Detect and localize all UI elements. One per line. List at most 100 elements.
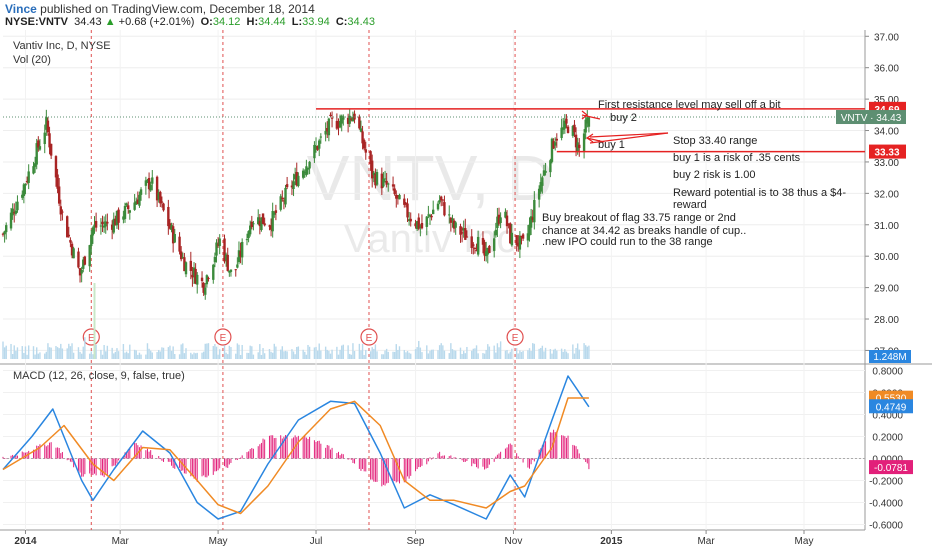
candle-body: [555, 138, 558, 141]
volume-bar: [448, 353, 450, 359]
annotation-text: .new IPO could run to the 38 range: [542, 236, 713, 248]
candle-body: [284, 187, 287, 205]
volume-bar: [528, 348, 531, 359]
volume-bar: [249, 345, 251, 359]
candle-body: [101, 221, 104, 225]
candle-body: [292, 181, 295, 189]
candle-body: [196, 274, 199, 285]
volume-bar: [158, 349, 160, 359]
volume-bar: [482, 353, 484, 359]
candle-body: [69, 239, 72, 243]
volume-bar: [341, 345, 343, 359]
candle-body: [90, 234, 93, 247]
volume-bar: [485, 349, 487, 359]
candle-body: [387, 183, 390, 185]
chart-canvas[interactable]: VNTV, DVantiv Inc37.0036.0035.0034.0033.…: [0, 30, 932, 550]
candle-body: [106, 221, 109, 224]
volume-bar: [337, 354, 340, 359]
volume-bar: [292, 351, 295, 359]
volume-bar: [541, 345, 544, 359]
quote-line: NYSE:VNTV 34.43 ▲ +0.68 (+2.01%) O:34.12…: [5, 16, 375, 28]
macd-tick-label: -0.2000: [869, 477, 903, 488]
volume-bar: [440, 343, 442, 359]
volume-bar: [506, 349, 508, 359]
candle-body: [57, 186, 61, 204]
volume-bar: [34, 354, 36, 359]
change-value: +0.68 (+2.01%): [118, 16, 195, 28]
volume-bar: [315, 346, 317, 359]
x-tick-label: Sep: [407, 536, 425, 547]
candle-body: [213, 256, 217, 263]
volume-bar: [193, 352, 195, 359]
volume-bar: [304, 351, 306, 359]
volume-bar: [427, 353, 430, 359]
volume-bar: [268, 349, 271, 359]
volume-bar: [471, 350, 473, 359]
volume-bar: [273, 343, 275, 359]
volume-bar: [567, 353, 569, 359]
volume-bar: [124, 352, 126, 359]
volume-bar: [387, 351, 389, 359]
x-tick-label: 2014: [14, 536, 37, 547]
macd-tick-label: 0.2000: [872, 433, 903, 444]
candle-body: [297, 175, 300, 187]
chart-title: Vantiv Inc, D, NYSE: [13, 40, 111, 52]
close-label: C:: [335, 16, 348, 28]
volume-bar: [443, 350, 446, 359]
x-tick-label: 2015: [600, 536, 623, 547]
volume-bar: [532, 343, 534, 359]
candle-body: [160, 201, 164, 203]
candle-body: [144, 180, 148, 186]
volume-bar: [113, 353, 115, 359]
volume-bar: [230, 347, 232, 359]
volume-bar: [116, 348, 118, 359]
volume-bar: [393, 351, 396, 359]
volume-bar: [403, 350, 406, 359]
volume-bar: [219, 349, 221, 359]
candle-body: [472, 244, 475, 246]
annotation-text: Stop 33.40 range: [673, 135, 757, 147]
volume-bar: [280, 349, 282, 359]
volume-bar: [60, 343, 62, 359]
volume-tag-label: 1.248M: [873, 352, 906, 363]
candle-body: [61, 211, 64, 213]
candle-body: [460, 232, 464, 234]
volume-bar: [405, 352, 407, 359]
macd-tick-label: -0.6000: [869, 521, 903, 532]
volume-bar: [544, 347, 547, 359]
volume-bar: [329, 353, 332, 359]
volume-bar: [140, 354, 142, 359]
author-link[interactable]: Vince: [5, 2, 37, 16]
volume-bar: [169, 345, 171, 359]
candle-body: [77, 251, 80, 268]
volume-bar: [316, 350, 319, 359]
candle-body: [549, 160, 552, 173]
volume-bar: [251, 346, 253, 359]
candle-body: [54, 156, 58, 178]
candle-body: [67, 234, 71, 237]
volume-bar: [111, 347, 113, 359]
candle-body: [431, 209, 435, 215]
candle-body: [128, 210, 132, 213]
volume-bar: [358, 343, 361, 359]
volume-bar: [398, 346, 401, 359]
volume-bar: [533, 343, 536, 359]
candle-body: [301, 170, 305, 178]
candle-body: [24, 183, 27, 186]
open-label: O:: [200, 16, 213, 28]
volume-bar: [212, 346, 214, 359]
volume-bar: [133, 349, 136, 359]
volume-bar: [426, 345, 428, 359]
symbol-label: NYSE:VNTV: [5, 16, 68, 28]
volume-bar: [92, 354, 94, 359]
candle-body: [205, 275, 209, 285]
volume-bar: [382, 354, 385, 359]
x-tick-label: May: [795, 536, 814, 547]
volume-bar: [474, 348, 476, 359]
candle-body: [488, 245, 491, 254]
open-value: 34.12: [212, 16, 241, 28]
volume-bar: [93, 283, 96, 359]
candle-body: [200, 277, 204, 281]
volume-bar: [122, 344, 125, 359]
candle-body: [409, 218, 412, 222]
